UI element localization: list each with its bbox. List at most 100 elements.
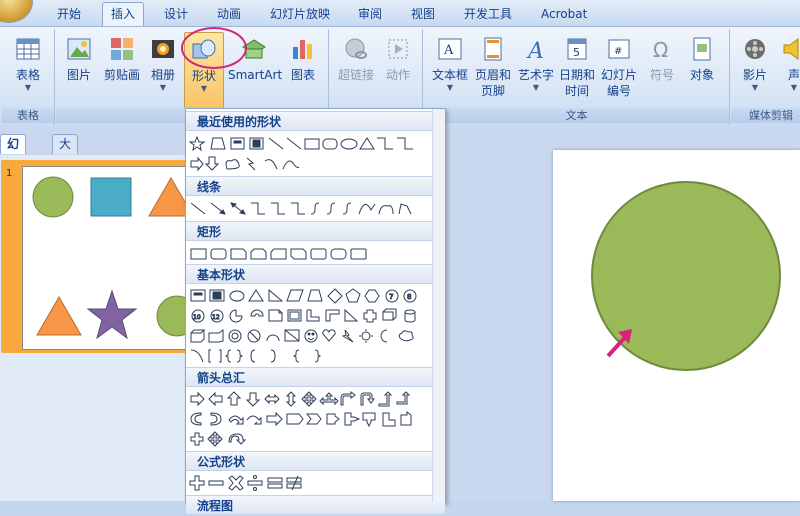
sound-button[interactable]: 声 ▼ — [779, 35, 800, 93]
movie-label: 影片 — [742, 68, 767, 82]
album-label: 相册 — [150, 68, 175, 82]
tab-outline[interactable]: 大纲 — [52, 134, 79, 170]
picture-label: 图片 — [66, 68, 91, 82]
slide-number: 1 — [6, 168, 13, 179]
svg-text:A: A — [443, 43, 454, 58]
date-time-label-2: 时间 — [564, 84, 589, 98]
symbol-label: 符号 — [649, 68, 674, 82]
section-flowchart: 流程图 — [186, 495, 445, 515]
textbox-button[interactable]: A 文本框 ▼ — [430, 35, 470, 93]
highlight-circle — [181, 27, 247, 69]
chevron-down-icon: ▼ — [200, 84, 208, 93]
arrow-shapes-icons-1 — [190, 391, 411, 407]
header-footer-button[interactable]: 页眉和 页脚 — [474, 35, 512, 99]
basic-shapes-row-3[interactable] — [189, 327, 429, 347]
album-button[interactable]: 相册 ▼ — [148, 35, 178, 93]
chevron-down-icon: ▼ — [532, 83, 540, 92]
object-label: 对象 — [689, 68, 714, 82]
thumb-circle — [32, 176, 74, 218]
svg-text:7: 7 — [389, 293, 393, 301]
arrow-shapes-icons-3 — [190, 431, 247, 447]
chevron-down-icon: ▼ — [24, 83, 32, 92]
omega-icon: Ω — [653, 38, 668, 62]
main-slide-canvas[interactable] — [553, 150, 800, 501]
basic-shapes-row-2[interactable]: 10 12 — [189, 307, 429, 327]
arrows-row-3[interactable] — [189, 430, 429, 450]
basic-shapes-row-1[interactable]: 7 8 — [189, 287, 429, 307]
arrows-row-1[interactable] — [189, 390, 429, 410]
movie-button[interactable]: 影片 ▼ — [737, 35, 773, 93]
tab-home[interactable]: 开始 — [57, 5, 81, 23]
date-time-button[interactable]: 5 日期和 时间 — [558, 35, 596, 99]
smartart-label: SmartArt — [228, 68, 283, 82]
film-reel-icon — [745, 39, 765, 59]
rectangles-row[interactable] — [189, 245, 429, 265]
tab-slides[interactable]: 幻灯片 — [0, 134, 27, 189]
header-footer-icon — [484, 37, 502, 61]
slide-thumbnail[interactable] — [22, 166, 198, 350]
lines-row[interactable] — [189, 200, 429, 220]
tab-insert[interactable]: 插入 — [102, 2, 145, 27]
textbox-icon: A — [438, 38, 462, 60]
action-button[interactable]: 动作 — [380, 35, 416, 83]
picture-icon — [67, 38, 91, 60]
gallery-scrollbar[interactable] — [432, 109, 445, 502]
group-label-table: 表格 — [2, 108, 54, 123]
group-text: A 文本框 ▼ 页眉和 页脚 A 艺术字 ▼ 5 日期和 时间 # 幻灯片 编号… — [424, 29, 730, 125]
tab-developer[interactable]: 开发工具 — [464, 5, 512, 23]
main-slide-shapes — [591, 181, 781, 371]
calendar-icon: 5 — [567, 38, 587, 60]
object-icon — [693, 37, 711, 61]
section-rectangles: 矩形 — [186, 221, 445, 241]
tab-view[interactable]: 视图 — [411, 5, 435, 23]
recent-shapes-row-1[interactable] — [189, 135, 429, 155]
pink-arrow-icon — [606, 329, 632, 358]
clipart-label: 剪贴画 — [103, 68, 140, 82]
tab-review[interactable]: 审阅 — [358, 5, 382, 23]
thumb-star — [86, 289, 138, 340]
slide-number-label-1: 幻灯片 — [600, 68, 637, 82]
slide-number-button[interactable]: # 幻灯片 编号 — [598, 35, 640, 99]
recent-shapes-icons — [189, 135, 413, 152]
group-label-text: 文本 — [424, 108, 729, 123]
header-footer-label-2: 页脚 — [480, 84, 505, 98]
hyperlink-button[interactable]: 超链接 — [336, 35, 376, 83]
symbol-button[interactable]: Ω 符号 — [644, 35, 680, 83]
action-icon — [388, 39, 408, 59]
object-button[interactable]: 对象 — [684, 35, 720, 83]
equation-row[interactable] — [189, 474, 429, 494]
wordart-label: 艺术字 — [517, 68, 554, 82]
basic-shapes-icons-3 — [190, 328, 414, 343]
line-shapes-icons — [190, 202, 412, 215]
tab-animation[interactable]: 动画 — [217, 5, 241, 23]
svg-text:#: # — [614, 46, 622, 57]
section-recent: 最近使用的形状 — [186, 111, 445, 131]
clipart-button[interactable]: 剪贴画 — [102, 35, 142, 83]
table-icon — [16, 38, 40, 60]
basic-shapes-icons-2: 10 12 — [191, 308, 416, 323]
photo-album-icon — [152, 40, 174, 58]
svg-text:5: 5 — [573, 46, 580, 59]
basic-shapes-row-4[interactable] — [189, 347, 429, 367]
globe-link-icon — [345, 38, 367, 59]
arrows-row-2[interactable] — [189, 410, 429, 430]
date-time-label-1: 日期和 — [558, 68, 595, 82]
action-label: 动作 — [385, 68, 410, 82]
chevron-down-icon: ▼ — [790, 83, 798, 92]
svg-text:12: 12 — [212, 314, 220, 321]
arrow-shapes-icons-2 — [190, 411, 412, 428]
section-lines: 线条 — [186, 176, 445, 196]
picture-button[interactable]: 图片 — [64, 35, 94, 83]
svg-text:A: A — [526, 39, 544, 63]
wordart-button[interactable]: A 艺术字 ▼ — [516, 35, 556, 93]
tab-slideshow[interactable]: 幻灯片放映 — [270, 5, 330, 23]
tab-acrobat[interactable]: Acrobat — [541, 5, 587, 23]
recent-shapes-row-2[interactable] — [189, 155, 429, 175]
svg-text:10: 10 — [193, 314, 201, 321]
tab-design[interactable]: 设计 — [164, 5, 188, 23]
equation-shapes-icons — [189, 475, 302, 491]
textbox-label: 文本框 — [431, 68, 468, 82]
chart-button[interactable]: 图表 — [286, 35, 320, 83]
table-button[interactable]: 表格 ▼ — [10, 35, 46, 93]
ribbon-tab-bar: 开始 插入 设计 动画 幻灯片放映 审阅 视图 开发工具 Acrobat — [0, 0, 800, 27]
